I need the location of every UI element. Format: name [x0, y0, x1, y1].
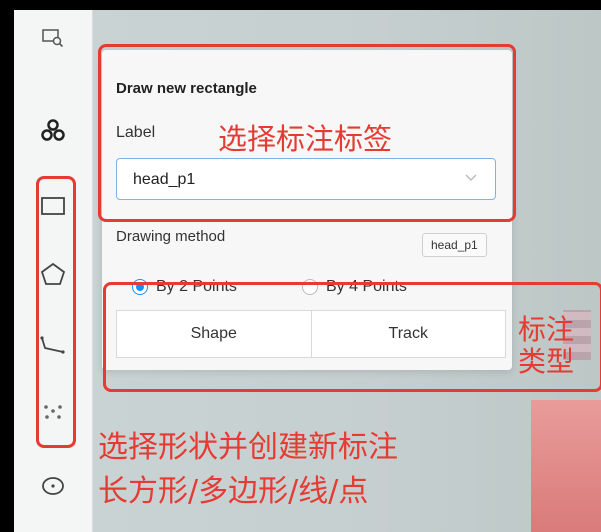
tag-cluster-icon[interactable] [35, 112, 71, 148]
ellipse-icon[interactable] [35, 468, 71, 504]
app-frame: Draw new rectangle Label head_p1 Drawing… [14, 10, 601, 532]
drawing-method-caption: Drawing method [116, 228, 226, 245]
label-annotation-text: 选择标注标签 [218, 122, 393, 156]
type-annotation-line2: 类型 [518, 345, 575, 378]
image-object [531, 400, 601, 532]
label-tooltip: head_p1 [422, 233, 487, 257]
type-annotation-line1: 标注 [518, 313, 575, 346]
shape-annotation-line2: 长方形/多边形/线/点 [98, 474, 369, 509]
tools-highlight-box [36, 176, 76, 448]
shape-annotation-line1: 选择形状并创建新标注 [98, 430, 398, 465]
zoom-region-icon[interactable] [35, 20, 71, 56]
